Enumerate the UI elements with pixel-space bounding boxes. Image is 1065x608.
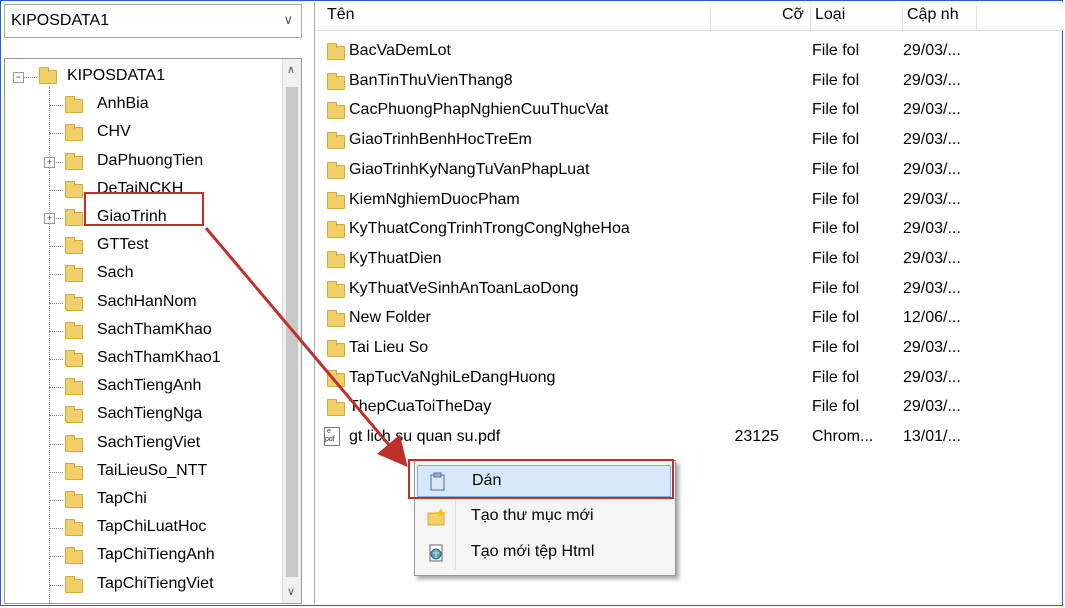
context-menu-label: Tạo thư mục mới xyxy=(471,507,594,524)
new-folder-icon xyxy=(427,507,447,527)
new-html-icon xyxy=(427,543,447,563)
paste-highlight xyxy=(408,459,674,499)
context-menu-label: Tạo mới tệp Html xyxy=(471,543,595,560)
context-menu-item[interactable]: Tạo mới tệp Html xyxy=(417,537,671,569)
context-menu-item[interactable]: Tạo thư mục mới xyxy=(417,501,671,533)
